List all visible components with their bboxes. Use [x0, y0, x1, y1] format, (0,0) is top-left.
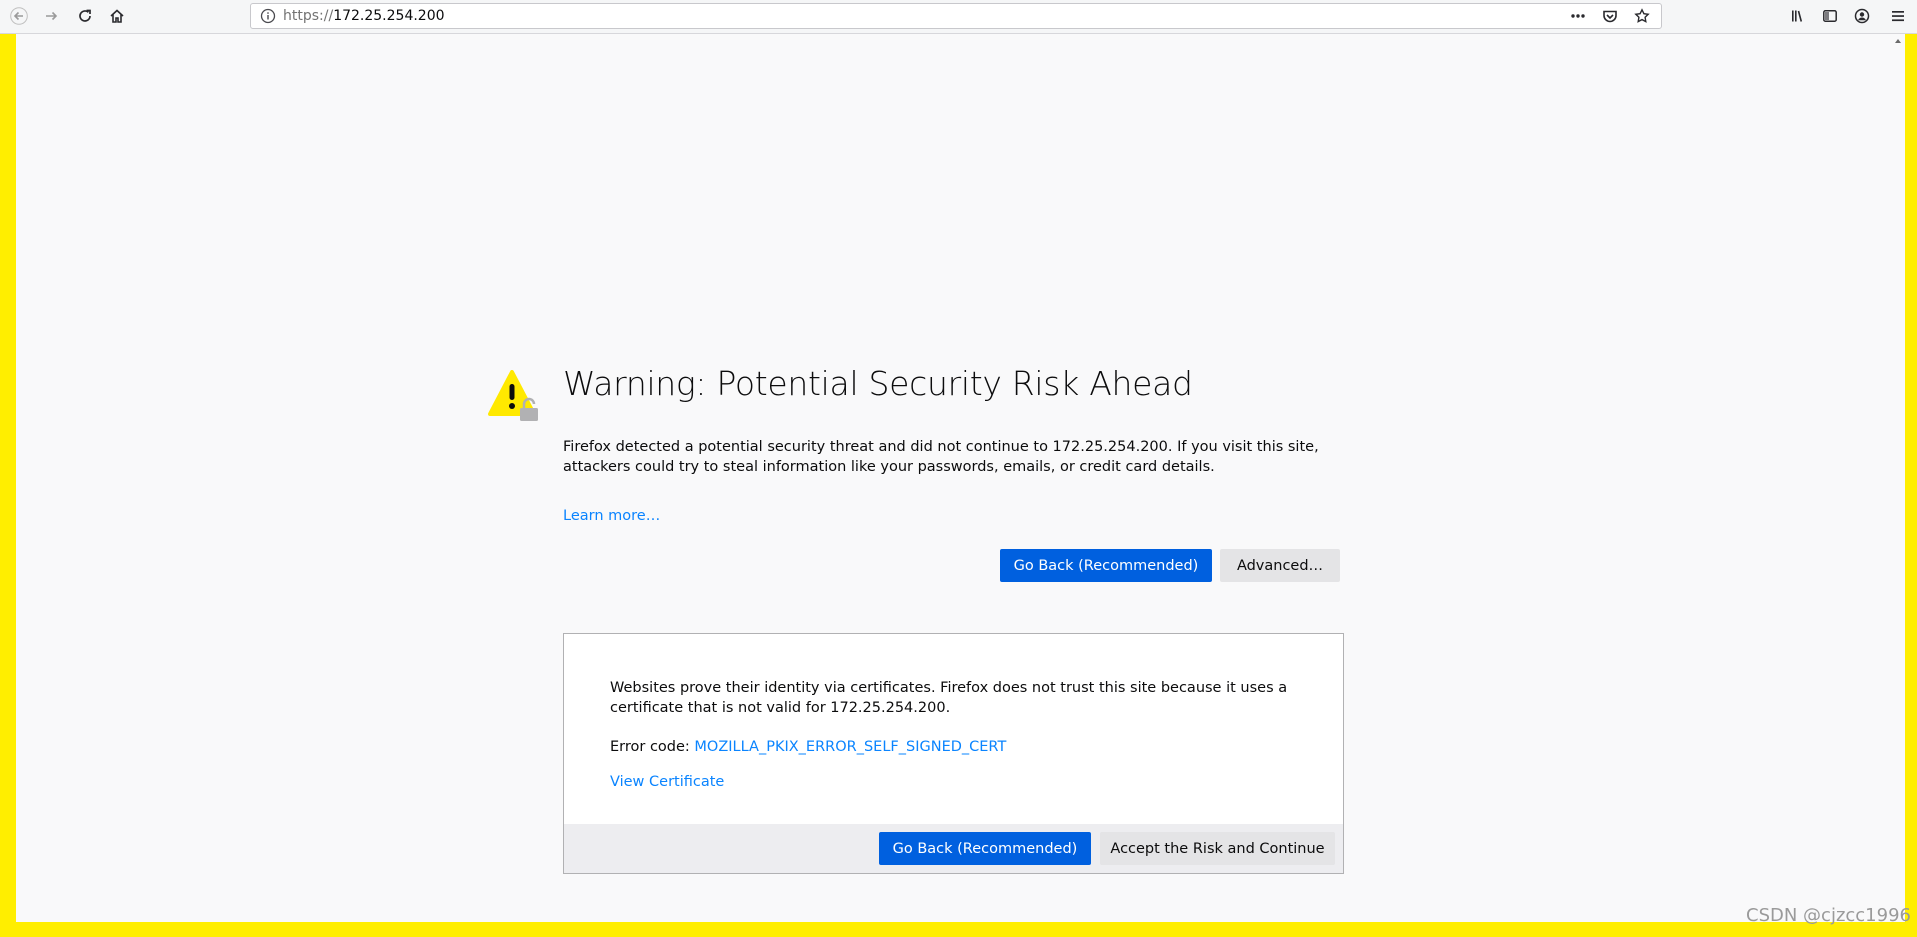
- url-text[interactable]: https://172.25.254.200: [283, 8, 445, 24]
- accept-risk-button[interactable]: Accept the Risk and Continue: [1100, 832, 1335, 865]
- scrollbar[interactable]: [1891, 34, 1905, 922]
- certificate-explanation: Websites prove their identity via certif…: [610, 680, 1288, 716]
- scroll-up-icon[interactable]: [1894, 37, 1902, 45]
- back-arrow-icon[interactable]: [6, 4, 32, 28]
- hamburger-menu-icon[interactable]: [1885, 4, 1911, 28]
- url-scheme: https://: [283, 8, 334, 24]
- star-icon[interactable]: [1629, 6, 1655, 26]
- view-certificate-link[interactable]: View Certificate: [610, 774, 724, 790]
- url-bar[interactable]: https://172.25.254.200: [250, 3, 1662, 29]
- advanced-panel-footer: Go Back (Recommended) Accept the Risk an…: [564, 824, 1343, 873]
- advanced-button[interactable]: Advanced…: [1220, 549, 1340, 582]
- error-code-line: Error code: MOZILLA_PKIX_ERROR_SELF_SIGN…: [610, 739, 1006, 755]
- url-actions: [1565, 6, 1655, 26]
- error-code-label: Error code:: [610, 739, 695, 755]
- account-icon[interactable]: [1849, 4, 1875, 28]
- warning-lock-icon: [488, 370, 544, 422]
- error-description: Firefox detected a potential security th…: [563, 439, 1319, 475]
- page-title: Warning: Potential Security Risk Ahead: [563, 364, 1193, 403]
- watermark: CSDN @cjzcc1996: [1746, 905, 1911, 926]
- panel-go-back-button[interactable]: Go Back (Recommended): [879, 832, 1091, 865]
- info-icon[interactable]: [259, 7, 277, 25]
- library-icon[interactable]: [1785, 4, 1811, 28]
- reload-icon[interactable]: [72, 4, 98, 28]
- sidebar-icon[interactable]: [1817, 4, 1843, 28]
- go-back-button[interactable]: Go Back (Recommended): [1000, 549, 1212, 582]
- advanced-panel: Websites prove their identity via certif…: [563, 633, 1344, 874]
- pocket-icon[interactable]: [1597, 6, 1623, 26]
- error-code-link[interactable]: MOZILLA_PKIX_ERROR_SELF_SIGNED_CERT: [694, 739, 1006, 755]
- more-dots-icon[interactable]: [1565, 6, 1591, 26]
- url-host: 172.25.254.200: [333, 8, 445, 24]
- browser-toolbar: https://172.25.254.200: [0, 0, 1917, 34]
- forward-arrow-icon[interactable]: [39, 4, 65, 28]
- learn-more-link[interactable]: Learn more…: [563, 508, 660, 524]
- home-icon[interactable]: [104, 4, 130, 28]
